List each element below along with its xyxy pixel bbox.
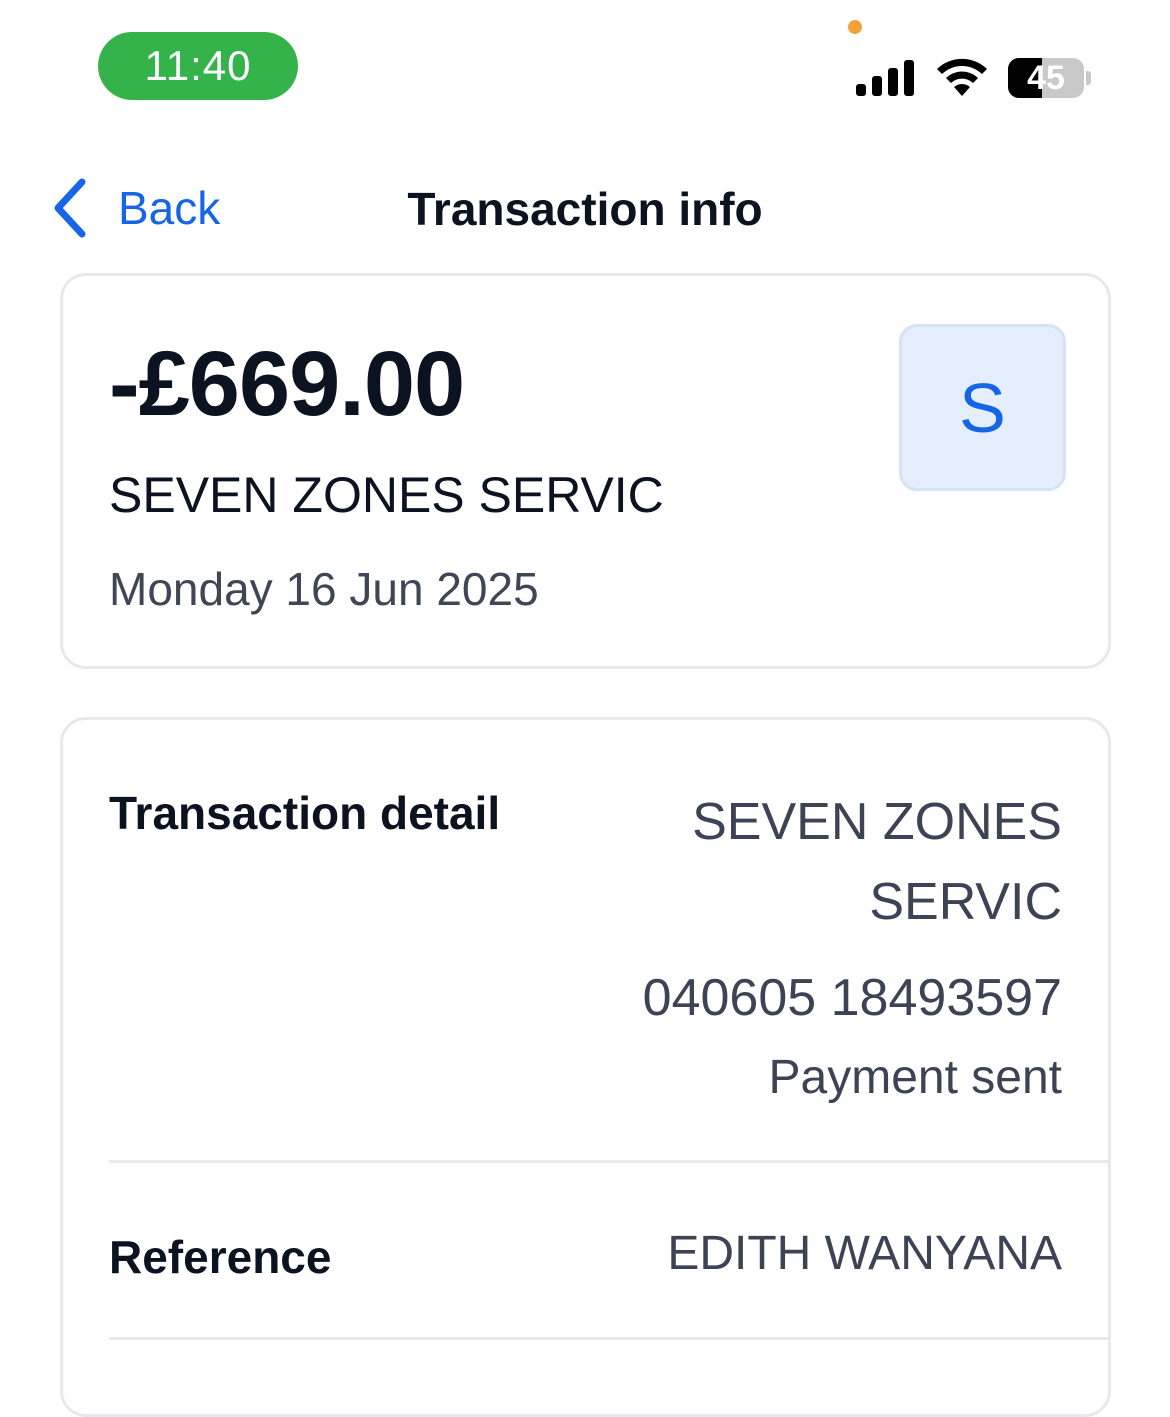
status-time[interactable]: 11:40 <box>98 32 298 100</box>
transaction-summary-card: -£669.00 SEVEN ZONES SERVIC Monday 16 Ju… <box>60 273 1111 669</box>
row-divider <box>109 1337 1108 1340</box>
payee-name-line1: SEVEN ZONES <box>692 793 1062 851</box>
page-title: Transaction info <box>407 183 763 235</box>
payee-account-number: 040605 18493597 <box>642 969 1062 1027</box>
transaction-detail-label: Transaction detail <box>109 787 501 839</box>
navigation-bar: Back Transaction info <box>0 160 1170 260</box>
battery-percent: 45 <box>1027 58 1065 97</box>
reference-value: EDITH WANYANA <box>667 1227 1062 1280</box>
transaction-date: Monday 16 Jun 2025 <box>109 563 539 615</box>
payee-name-line2: SERVIC <box>869 873 1062 931</box>
row-divider <box>109 1160 1108 1163</box>
merchant-name: SEVEN ZONES SERVIC <box>109 467 664 523</box>
transaction-details-card: Transaction detail SEVEN ZONES SERVIC 04… <box>60 717 1111 1417</box>
battery-cap <box>1086 71 1091 85</box>
privacy-indicator-dot <box>848 20 862 34</box>
transaction-detail-values: SEVEN ZONES SERVIC 040605 18493597 Payme… <box>542 782 1062 1118</box>
status-bar: 11:40 45 <box>0 0 1170 130</box>
transaction-amount: -£669.00 <box>109 333 465 435</box>
merchant-avatar: S <box>899 324 1066 491</box>
battery-icon: 45 <box>1008 58 1084 98</box>
reference-label: Reference <box>109 1231 332 1283</box>
wifi-icon <box>937 58 987 96</box>
payment-status: Payment sent <box>768 1051 1062 1104</box>
cellular-signal-icon <box>856 60 914 96</box>
